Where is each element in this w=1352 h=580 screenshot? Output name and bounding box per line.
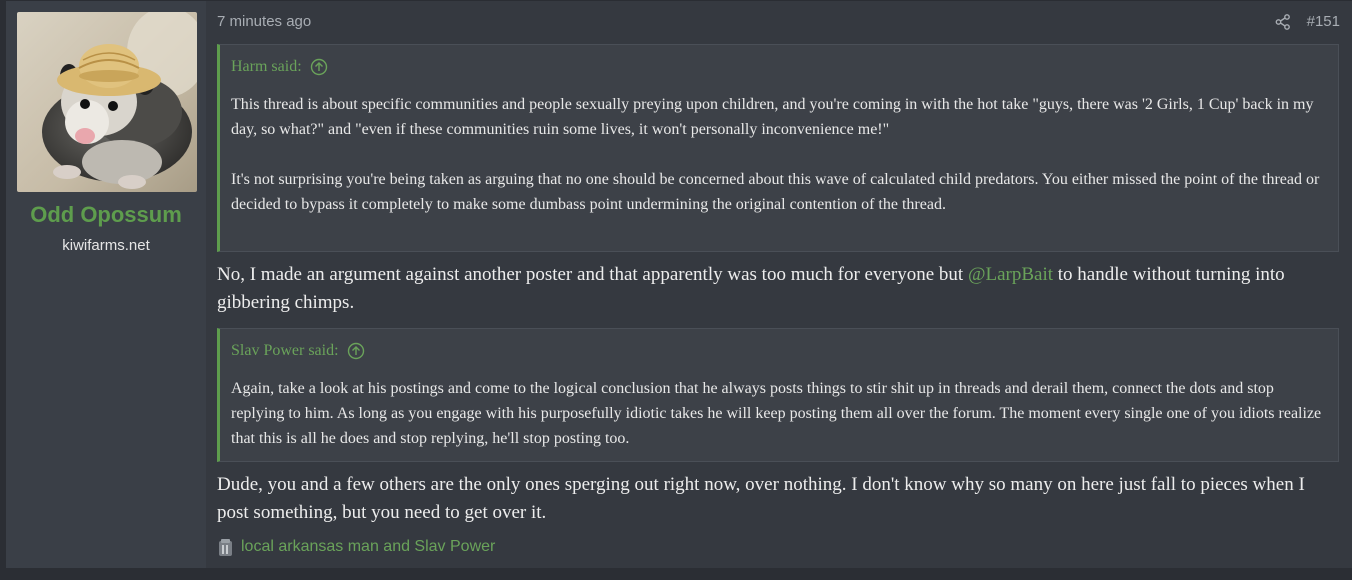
user-title: kiwifarms.net <box>62 237 150 254</box>
avatar[interactable] <box>17 12 197 192</box>
username[interactable]: Odd Opossum <box>6 202 206 228</box>
reaction-icon <box>217 537 235 557</box>
quote-author-link[interactable]: Harm said: <box>231 58 328 76</box>
quote-author-link[interactable]: Slav Power said: <box>231 342 365 360</box>
post-number-link[interactable]: #151 <box>1307 13 1340 30</box>
post-timestamp[interactable]: 7 minutes ago <box>217 13 311 30</box>
share-icon[interactable] <box>1275 13 1291 30</box>
quote-author-label: Slav Power said: <box>231 342 339 359</box>
reply-text: No, I made an argument against another p… <box>217 261 1339 317</box>
user-mention-link[interactable]: @LarpBait <box>968 264 1053 285</box>
arrow-up-circle-icon[interactable] <box>310 58 328 76</box>
quote-block: Slav Power said: Again, take a look at h… <box>217 328 1339 462</box>
quote-paragraph: It's not surprising you're being taken a… <box>231 171 1320 213</box>
quote-block: Harm said: This thread is about specific… <box>217 44 1339 252</box>
post-meta-actions: #151 <box>1275 13 1340 30</box>
post-content: 7 minutes ago #151 Harm said: This threa… <box>217 1 1340 568</box>
quote-paragraph: This thread is about specific communitie… <box>231 96 1314 138</box>
opossum-avatar-icon <box>17 12 197 192</box>
reply-text: Dude, you and a few others are the only … <box>217 474 1305 523</box>
reply-text-before: No, I made an argument against another p… <box>217 264 968 285</box>
reactions-bar[interactable]: local arkansas man and Slav Power <box>217 537 495 557</box>
quote-text: Again, take a look at his postings and c… <box>231 376 1328 451</box>
quote-author-label: Harm said: <box>231 58 302 75</box>
arrow-up-circle-icon[interactable] <box>347 342 365 360</box>
quote-text: This thread is about specific communitie… <box>231 92 1328 217</box>
reactions-users-link[interactable]: local arkansas man and Slav Power <box>241 538 495 556</box>
quote-paragraph: Again, take a look at his postings and c… <box>231 380 1322 447</box>
user-info-panel: Odd Opossum kiwifarms.net <box>6 1 206 568</box>
forum-post: Odd Opossum kiwifarms.net 7 minutes ago … <box>6 0 1352 568</box>
